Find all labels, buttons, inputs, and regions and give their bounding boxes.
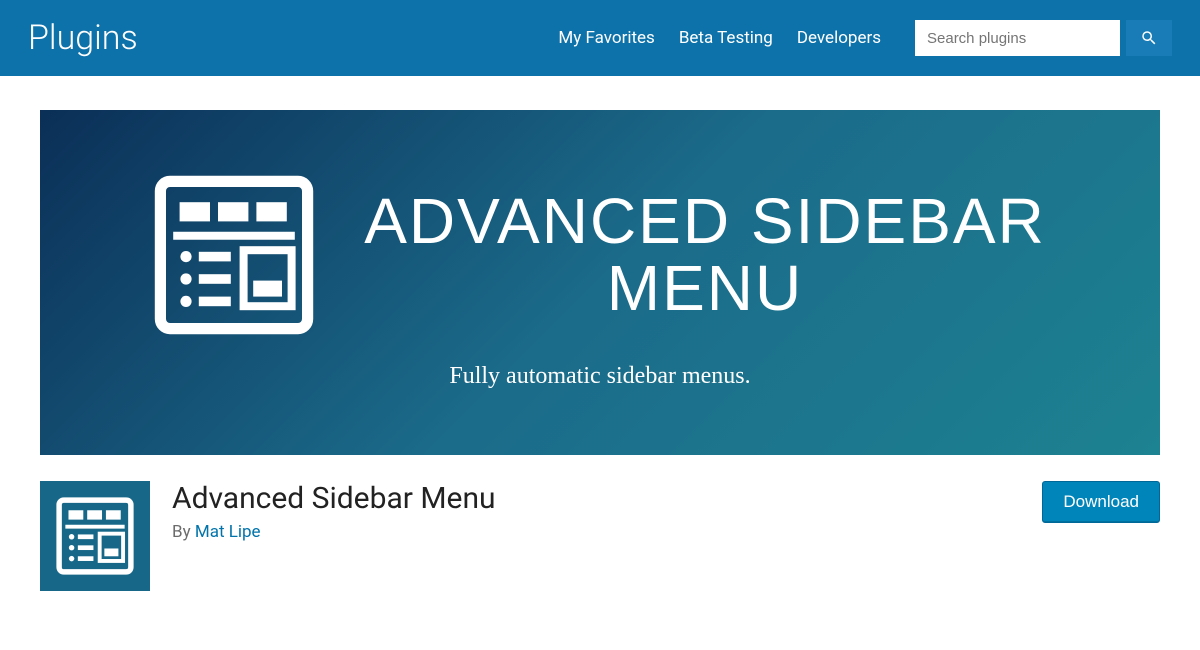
nav-my-favorites[interactable]: My Favorites xyxy=(556,24,656,52)
sidebar-menu-icon xyxy=(154,175,314,335)
search-input[interactable] xyxy=(915,20,1120,56)
banner-subtitle: Fully automatic sidebar menus. xyxy=(449,363,750,390)
banner-title: ADVANCED SIDEBAR MENU xyxy=(364,188,1046,322)
sidebar-menu-icon xyxy=(56,497,134,575)
page-title: Plugins xyxy=(28,18,138,58)
search-icon xyxy=(1140,29,1158,47)
nav-developers[interactable]: Developers xyxy=(795,24,883,52)
search-wrap xyxy=(915,20,1172,56)
content-container: ADVANCED SIDEBAR MENU Fully automatic si… xyxy=(40,76,1160,591)
plugin-banner: ADVANCED SIDEBAR MENU Fully automatic si… xyxy=(40,110,1160,455)
plugin-meta-row: Advanced Sidebar Menu By Mat Lipe Downlo… xyxy=(40,455,1160,591)
plugin-thumbnail xyxy=(40,481,150,591)
topbar: Plugins My Favorites Beta Testing Develo… xyxy=(0,0,1200,76)
download-button[interactable]: Download xyxy=(1042,481,1160,523)
search-button[interactable] xyxy=(1126,20,1172,56)
plugin-name: Advanced Sidebar Menu xyxy=(172,481,1020,516)
nav-beta-testing[interactable]: Beta Testing xyxy=(677,24,775,52)
byline: By Mat Lipe xyxy=(172,522,1020,542)
author-link[interactable]: Mat Lipe xyxy=(195,522,261,542)
